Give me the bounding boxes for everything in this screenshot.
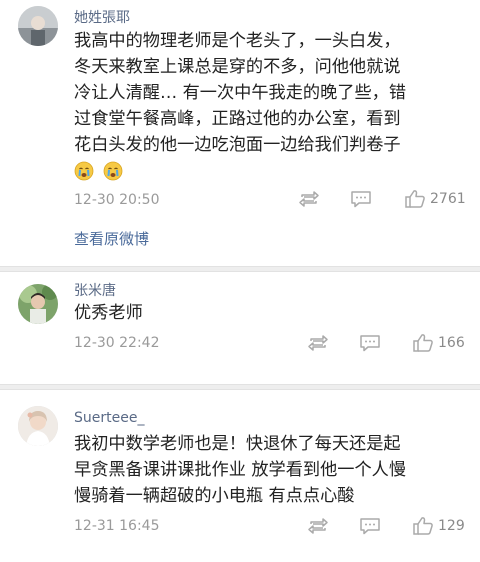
comment-button[interactable] xyxy=(350,190,372,208)
comment-text-line: 冷让人清醒… 有一次中午我走的晚了些，错 xyxy=(74,83,407,103)
comment-text: 我初中数学老师也是！快退休了每天还是起 早贪黑备课讲课批作业 放学看到他一个人慢… xyxy=(74,431,470,509)
repost-button[interactable] xyxy=(307,517,329,535)
repost-button[interactable] xyxy=(307,334,329,352)
comment-timestamp: 12-30 22:42 xyxy=(74,335,160,351)
comment-icon xyxy=(360,518,380,535)
thumbs-up-icon xyxy=(405,190,425,208)
comment-text-line: 我高中的物理老师是个老头了，一头白发， xyxy=(74,31,401,51)
comment-text: 我高中的物理老师是个老头了，一头白发， 冬天来教室上课总是穿的不多，问他他就说 … xyxy=(74,28,470,188)
comment-username[interactable]: 张米唐 xyxy=(74,280,116,300)
like-count: 2761 xyxy=(430,191,466,207)
comment-icon xyxy=(351,191,371,208)
comment-text: 优秀老师 xyxy=(74,300,470,326)
like-count: 166 xyxy=(438,335,465,351)
comment-timestamp: 12-30 20:50 xyxy=(74,192,160,208)
repost-icon xyxy=(308,518,328,534)
comment-text-line: 慢骑着一辆超破的小电瓶 有点点心酸 xyxy=(74,486,355,506)
avatar-image xyxy=(18,406,58,446)
repost-icon xyxy=(308,335,328,351)
repost-button[interactable] xyxy=(298,190,320,208)
avatar[interactable] xyxy=(18,406,58,446)
avatar-image xyxy=(18,6,58,46)
comment-icon xyxy=(360,335,380,352)
like-button[interactable]: 166 xyxy=(412,333,465,353)
comment-text-line: 冬天来教室上课总是穿的不多，问他他就说 xyxy=(74,57,401,77)
comment-item: Suerteee_ 我初中数学老师也是！快退休了每天还是起 早贪黑备课讲课批作业… xyxy=(0,390,480,562)
comment-username[interactable]: 她姓張耶 xyxy=(74,7,130,27)
comment-text-line: 早贪黑备课讲课批作业 放学看到他一个人慢 xyxy=(74,460,407,480)
crying-emoji-icon xyxy=(74,161,94,181)
comment-timestamp: 12-31 16:45 xyxy=(74,518,160,534)
repost-icon xyxy=(299,191,319,207)
crying-emoji-icon xyxy=(104,161,123,181)
comment-text-line: 我初中数学老师也是！快退休了每天还是起 xyxy=(74,434,401,454)
thumbs-up-icon xyxy=(413,517,433,535)
avatar-image xyxy=(18,284,58,324)
comment-text-line: 优秀老师 xyxy=(74,303,143,323)
like-button[interactable]: 129 xyxy=(412,516,465,536)
thumbs-up-icon xyxy=(413,334,433,352)
comment-button[interactable] xyxy=(359,334,381,352)
comment-item: 她姓張耶 我高中的物理老师是个老头了，一头白发， 冬天来教室上课总是穿的不多，问… xyxy=(0,0,480,266)
comment-text-line: 过食堂午餐高峰，正路过他的办公室，看到 xyxy=(74,109,401,129)
emoji-row xyxy=(74,158,470,188)
comment-username[interactable]: Suerteee_ xyxy=(74,410,144,426)
comment-item: 张米唐 优秀老师 12-30 22:42 166 xyxy=(0,272,480,384)
comment-text-line: 花白头发的他一边吃泡面一边给我们判卷子 xyxy=(74,135,401,155)
like-button[interactable]: 2761 xyxy=(404,189,466,209)
like-count: 129 xyxy=(438,518,465,534)
avatar[interactable] xyxy=(18,6,58,46)
avatar[interactable] xyxy=(18,284,58,324)
view-original-link[interactable]: 查看原微博 xyxy=(74,228,149,249)
comment-button[interactable] xyxy=(359,517,381,535)
